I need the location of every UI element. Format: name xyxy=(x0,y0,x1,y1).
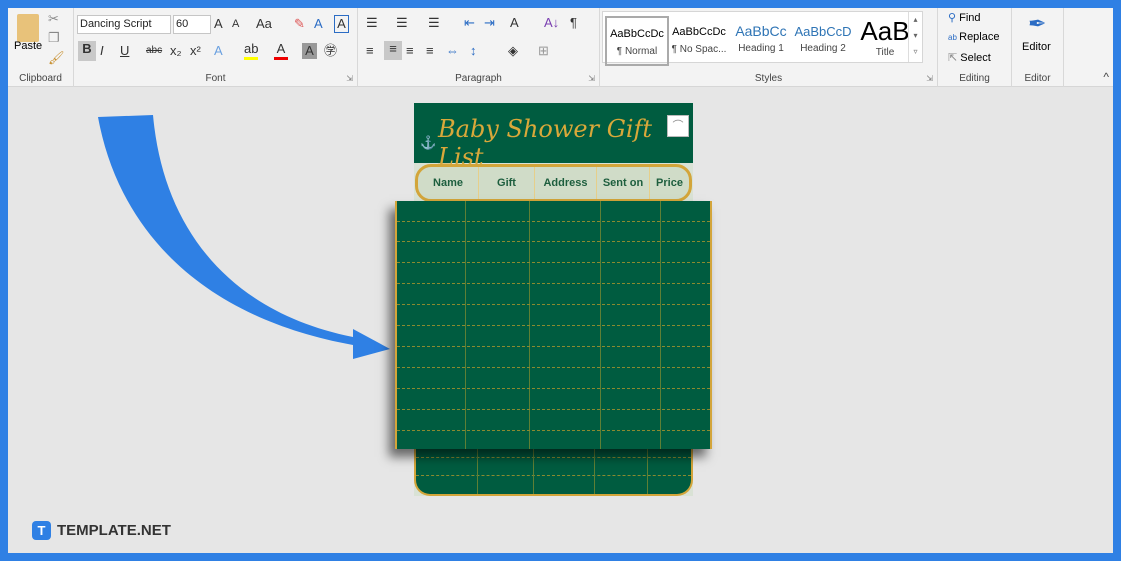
ribbon: Paste ✂ ❐ 🖌 Clipboard Dancing Script 60 … xyxy=(8,8,1113,87)
font-color-icon[interactable]: A xyxy=(274,41,288,60)
align-left-icon[interactable]: ≡ xyxy=(366,43,374,59)
center-icon[interactable]: ≡ xyxy=(384,41,402,60)
paste-button[interactable]: Paste xyxy=(14,40,42,52)
underline-icon[interactable]: U xyxy=(120,43,129,59)
bold-icon[interactable]: B xyxy=(78,41,96,61)
sort-icon[interactable]: A↓ xyxy=(544,15,559,31)
numbering-icon[interactable]: ☰ xyxy=(396,15,408,31)
paragraph-group: ☰ ☰ ☰ ⇤ ⇥ A A↓ ¶ ≡ ≡ ≡ ≡ ⇔ ↕ ◈ ⊞ Paragra… xyxy=(358,8,600,87)
distributed-icon[interactable]: ⇔ xyxy=(446,43,459,59)
table-body-lower xyxy=(414,449,693,496)
style-normal[interactable]: AaBbCcDc ¶ Normal xyxy=(605,16,669,66)
text-effects-icon[interactable]: A xyxy=(314,16,323,32)
paragraph-dialog-launcher[interactable]: ⇲ xyxy=(588,74,595,83)
superscript-icon[interactable]: x² xyxy=(190,43,201,59)
text-effects-outline-icon[interactable]: A xyxy=(214,43,223,59)
select-button[interactable]: ⇱ Select xyxy=(948,51,991,64)
style-heading-1[interactable]: AaBbCc Heading 1 xyxy=(729,16,793,66)
copy-icon[interactable]: ❐ xyxy=(48,30,60,46)
strikethrough-icon[interactable]: abc xyxy=(146,43,162,59)
editing-group: ⚲ Find ab Replace ⇱ Select Editing xyxy=(938,8,1012,87)
logo-t-icon: T xyxy=(32,521,51,540)
font-group: Dancing Script 60 A A Aa ✎ A A B I U abc… xyxy=(74,8,358,87)
editor-pen-icon[interactable]: ✒ xyxy=(1028,11,1046,37)
search-icon: ⚲ xyxy=(948,12,960,24)
align-right-icon[interactable]: ≡ xyxy=(406,43,414,59)
bullets-icon[interactable]: ☰ xyxy=(366,15,378,31)
layout-options-icon[interactable]: ⌒ xyxy=(667,115,689,137)
clear-formatting-icon[interactable]: ✎ xyxy=(294,16,305,32)
cursor-icon: ⇱ xyxy=(948,52,961,64)
format-painter-icon[interactable]: 🖌 xyxy=(48,50,65,66)
column-header-gift[interactable]: Gift xyxy=(479,167,535,199)
replace-icon: ab xyxy=(948,33,960,42)
styles-group: AaBbCcDc ¶ Normal AaBbCcDc ¶ No Spac... Aa… xyxy=(600,8,938,87)
paragraph-shading-icon[interactable]: ◈ xyxy=(508,43,518,59)
line-spacing-icon[interactable]: ↕ xyxy=(470,43,477,59)
column-header-name[interactable]: Name xyxy=(418,167,479,199)
font-name-select[interactable]: Dancing Script xyxy=(77,15,171,34)
cut-icon[interactable]: ✂ xyxy=(48,11,59,27)
borders-icon[interactable]: ⊞ xyxy=(538,43,549,59)
paragraph-label: Paragraph xyxy=(455,73,502,84)
document-title[interactable]: Baby Shower Gift List xyxy=(438,115,693,171)
template-net-logo: T TEMPLATE.NET xyxy=(32,521,171,540)
font-size-select[interactable]: 60 xyxy=(173,15,211,34)
curved-arrow xyxy=(98,115,390,359)
styles-scroll[interactable]: ▴ ▾ ▿ xyxy=(908,12,922,62)
style-heading-2[interactable]: AaBbCcD Heading 2 xyxy=(791,16,855,66)
styles-label: Styles xyxy=(754,73,783,84)
document-canvas: Baby Shower Gift List ⚓ ⌒ Name Gift Addr… xyxy=(8,87,1113,553)
column-header-sent-on[interactable]: Sent on xyxy=(597,167,650,199)
character-border-icon[interactable]: A xyxy=(334,15,349,33)
title-band: Baby Shower Gift List ⚓ ⌒ xyxy=(414,103,693,171)
clipboard-label: Clipboard xyxy=(19,73,62,84)
decrease-indent-icon[interactable]: ⇤ xyxy=(464,15,475,31)
increase-indent-icon[interactable]: ⇥ xyxy=(484,15,495,31)
clipboard-group: Paste ✂ ❐ 🖌 Clipboard xyxy=(8,8,74,87)
grow-font-icon[interactable]: A xyxy=(214,16,223,32)
highlight-icon[interactable]: ab xyxy=(244,41,259,60)
editor-button[interactable]: Editor xyxy=(1022,41,1051,53)
shrink-font-icon[interactable]: A xyxy=(232,16,239,32)
text-direction-icon[interactable]: A xyxy=(510,15,519,31)
styles-gallery: AaBbCcDc ¶ Normal AaBbCcDc ¶ No Spac... Aa… xyxy=(602,11,923,66)
style-no-spacing[interactable]: AaBbCcDc ¶ No Spac... xyxy=(667,16,731,66)
shading-icon[interactable]: A xyxy=(302,43,317,59)
enclose-character-icon[interactable]: ㊫ xyxy=(324,43,337,59)
editor-label: Editor xyxy=(1024,73,1051,84)
column-header-price[interactable]: Price xyxy=(650,167,689,199)
multilevel-list-icon[interactable]: ☰ xyxy=(428,15,440,31)
show-formatting-icon[interactable]: ¶ xyxy=(570,15,577,31)
font-dialog-launcher[interactable]: ⇲ xyxy=(346,74,353,83)
justify-icon[interactable]: ≡ xyxy=(426,43,434,59)
font-label: Font xyxy=(205,73,226,84)
editor-group: ✒ Editor Editor xyxy=(1012,8,1064,87)
replace-button[interactable]: ab Replace xyxy=(948,31,999,43)
styles-dialog-launcher[interactable]: ⇲ xyxy=(926,74,933,83)
subscript-icon[interactable]: x₂ xyxy=(170,43,182,59)
italic-icon[interactable]: I xyxy=(100,43,104,59)
table-body-overlay[interactable] xyxy=(395,201,712,449)
editing-label: Editing xyxy=(959,73,990,84)
table-header-row: Name Gift Address Sent on Price xyxy=(415,164,692,202)
anchor-icon: ⚓ xyxy=(420,135,437,150)
collapse-ribbon-icon[interactable]: ^ xyxy=(1103,70,1109,84)
column-header-address[interactable]: Address xyxy=(535,167,597,199)
find-button[interactable]: ⚲ Find xyxy=(948,11,981,24)
logo-text: TEMPLATE.NET xyxy=(57,522,171,539)
paste-icon[interactable] xyxy=(17,14,39,42)
change-case-button[interactable]: Aa xyxy=(256,16,272,32)
